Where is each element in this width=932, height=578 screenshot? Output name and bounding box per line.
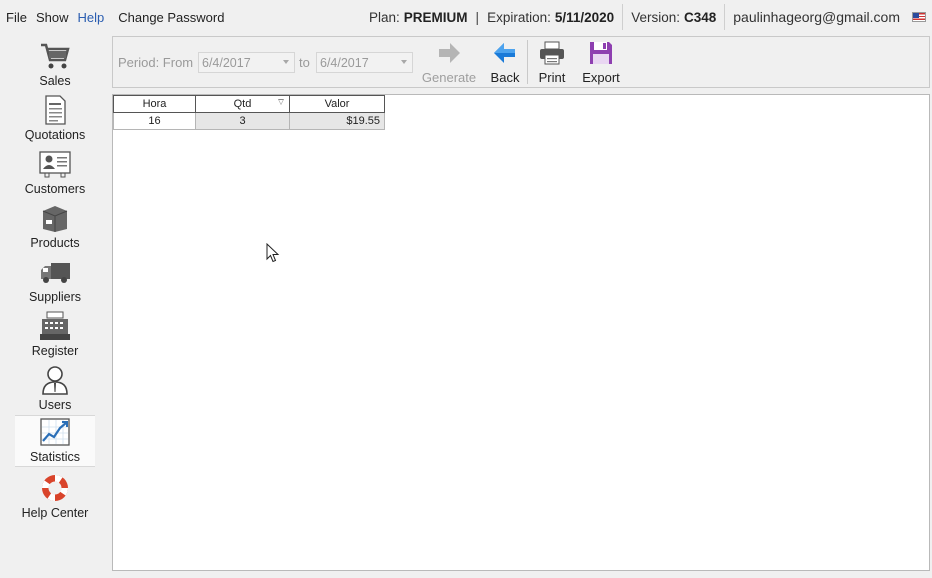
sidebar-item-products[interactable]: Products <box>15 198 95 252</box>
generate-button[interactable]: Generate <box>421 40 477 86</box>
sidebar-item-label: Products <box>30 236 80 250</box>
toolbar: Period: From 6/4/2017 to 6/4/2017 Genera… <box>112 36 930 88</box>
cell-qtd[interactable]: 3 <box>195 112 290 130</box>
sidebar-item-users[interactable]: Users <box>15 360 95 414</box>
generate-label: Generate <box>421 70 477 85</box>
statistics-table: Hora Qtd Valor 16 3 $19.55 <box>113 95 385 130</box>
sidebar-item-label: Register <box>31 344 79 358</box>
version-label: Version: <box>631 9 680 25</box>
column-header-label: Qtd <box>233 98 252 110</box>
us-flag-icon[interactable] <box>912 12 926 22</box>
sidebar: Sales Quotations Customers Products Supp… <box>15 36 95 522</box>
column-header-valor[interactable]: Valor <box>289 95 385 113</box>
chevron-down-icon <box>401 60 407 64</box>
column-header-label: Valor <box>324 98 350 110</box>
plan-divider: | <box>475 9 480 25</box>
chevron-down-icon <box>283 60 289 64</box>
expiration-label: Expiration: <box>487 9 551 25</box>
menu-show[interactable]: Show <box>33 10 72 25</box>
shopping-cart-icon <box>41 43 70 69</box>
arrow-left-icon <box>494 43 515 63</box>
statistics-panel: Hora Qtd Valor 16 3 $19.55 <box>112 94 930 571</box>
sidebar-item-label: Quotations <box>24 128 86 142</box>
cell-hora[interactable]: 16 <box>113 112 196 130</box>
sidebar-item-label: Statistics <box>29 450 80 464</box>
menu-change-password[interactable]: Change Password <box>115 10 227 25</box>
cell-valor[interactable]: $19.55 <box>289 112 385 130</box>
divider <box>622 4 624 30</box>
printer-icon <box>540 41 564 65</box>
sidebar-item-label: Suppliers <box>28 290 82 304</box>
menu-help[interactable]: Help <box>74 10 107 25</box>
back-label: Back <box>490 70 520 85</box>
lifebuoy-icon <box>42 475 68 501</box>
from-date-picker[interactable]: 6/4/2017 <box>198 52 295 73</box>
document-icon <box>45 95 66 125</box>
arrow-right-icon <box>439 43 460 63</box>
print-button[interactable]: Print <box>535 40 569 86</box>
period-from-label: Period: From <box>118 55 194 70</box>
sidebar-item-label: Users <box>38 398 72 412</box>
menu-file[interactable]: File <box>3 10 30 25</box>
to-date-value: 6/4/2017 <box>320 56 369 70</box>
export-button[interactable]: Export <box>579 40 623 86</box>
column-header-hora[interactable]: Hora <box>113 95 196 113</box>
sidebar-item-label: Customers <box>24 182 86 196</box>
contact-card-icon <box>39 151 71 178</box>
user-email: paulinhageorg@gmail.com <box>733 9 900 25</box>
box-icon <box>42 206 68 232</box>
version-value: C348 <box>683 9 717 25</box>
export-label: Export <box>582 70 620 85</box>
sidebar-item-statistics[interactable]: Statistics <box>15 415 95 467</box>
column-header-label: Hora <box>142 98 167 110</box>
sidebar-item-label: Sales <box>39 74 71 88</box>
sidebar-item-label: Help Center <box>21 506 89 520</box>
cash-register-icon <box>40 311 70 340</box>
column-header-qtd[interactable]: Qtd <box>195 95 290 113</box>
sidebar-item-suppliers[interactable]: Suppliers <box>15 252 95 306</box>
divider <box>724 4 726 30</box>
sidebar-item-help-center[interactable]: Help Center <box>15 468 95 522</box>
table-header-row: Hora Qtd Valor <box>113 95 385 113</box>
period-to-label: to <box>299 55 310 70</box>
sidebar-item-sales[interactable]: Sales <box>15 36 95 90</box>
sidebar-item-quotations[interactable]: Quotations <box>15 90 95 144</box>
user-icon <box>42 366 68 395</box>
sidebar-item-customers[interactable]: Customers <box>15 144 95 198</box>
chart-icon <box>40 418 70 446</box>
back-button[interactable]: Back <box>487 40 523 86</box>
table-row[interactable]: 16 3 $19.55 <box>113 112 385 130</box>
to-date-picker[interactable]: 6/4/2017 <box>316 52 413 73</box>
sort-descending-icon <box>278 99 284 105</box>
from-date-value: 6/4/2017 <box>202 56 251 70</box>
account-info: Plan: PREMIUM | Expiration: 5/11/2020 Ve… <box>369 0 926 34</box>
plan-value: PREMIUM <box>403 9 468 25</box>
sidebar-item-register[interactable]: Register <box>15 306 95 360</box>
mouse-cursor-icon <box>266 243 280 263</box>
toolbar-divider <box>527 40 528 84</box>
floppy-disk-icon <box>590 42 612 64</box>
print-label: Print <box>538 70 566 85</box>
plan-label: Plan: <box>369 9 400 25</box>
truck-icon <box>41 263 70 283</box>
expiration-value: 5/11/2020 <box>554 9 615 25</box>
